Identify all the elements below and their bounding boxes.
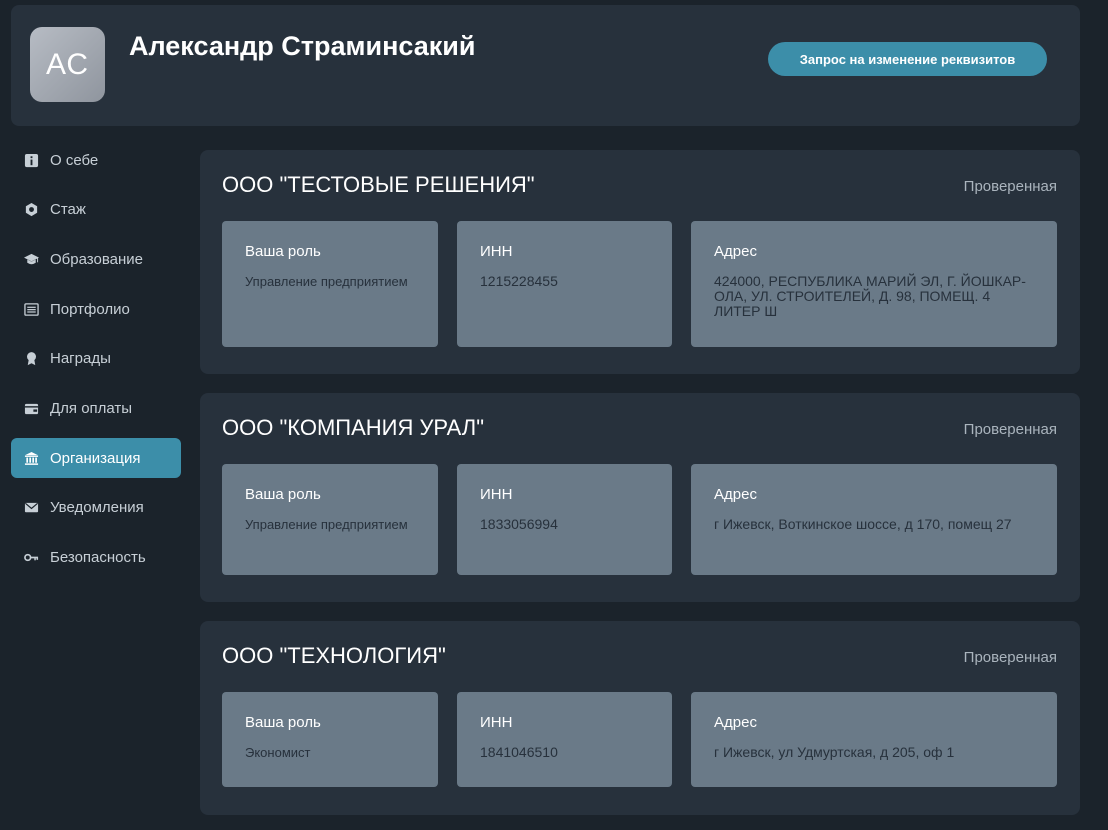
sidebar-item-label: Портфолио bbox=[50, 300, 130, 318]
sidebar-item-payment[interactable]: Для оплаты bbox=[11, 388, 181, 428]
status-badge: Проверенная bbox=[963, 649, 1057, 666]
address-value: г Ижевск, ул Удмуртская, д 205, оф 1 bbox=[714, 744, 955, 760]
inn-box: ИНН 1215228455 bbox=[457, 221, 672, 347]
sidebar: О себе Стаж Образование Портфолио Наград… bbox=[11, 140, 181, 587]
profile-header: АС Александр Страминсакий Запрос на изме… bbox=[11, 5, 1080, 126]
organization-card: ООО "КОМПАНИЯ УРАЛ" Проверенная Ваша рол… bbox=[200, 393, 1080, 602]
sidebar-item-about[interactable]: О себе bbox=[11, 140, 181, 180]
address-label: Адрес bbox=[714, 243, 757, 260]
sidebar-item-label: Организация bbox=[50, 449, 141, 467]
organization-card: ООО "ТЕСТОВЫЕ РЕШЕНИЯ" Проверенная Ваша … bbox=[200, 150, 1080, 374]
list-icon bbox=[23, 301, 39, 317]
sidebar-item-label: Безопасность bbox=[50, 549, 146, 566]
inn-label: ИНН bbox=[480, 486, 513, 503]
sidebar-item-label: Для оплаты bbox=[50, 399, 133, 417]
inn-value: 1841046510 bbox=[480, 744, 558, 760]
sidebar-item-notifications[interactable]: Уведомления bbox=[11, 488, 181, 528]
address-box: Адрес г Ижевск, ул Удмуртская, д 205, оф… bbox=[691, 692, 1057, 787]
address-box: Адрес 424000, РЕСПУБЛИКА МАРИЙ ЭЛ, Г. ЙО… bbox=[691, 221, 1057, 347]
organization-title: ООО "КОМПАНИЯ УРАЛ" bbox=[222, 415, 485, 440]
role-value: Управление предприятием bbox=[245, 274, 408, 289]
envelope-icon bbox=[23, 500, 39, 516]
organization-title: ООО "ТЕХНОЛОГИЯ" bbox=[222, 643, 446, 668]
status-badge: Проверенная bbox=[963, 421, 1057, 438]
role-label: Ваша роль bbox=[245, 243, 321, 260]
organization-card: ООО "ТЕХНОЛОГИЯ" Проверенная Ваша роль Э… bbox=[200, 621, 1080, 815]
graduation-cap-icon bbox=[23, 251, 39, 267]
inn-value: 1833056994 bbox=[480, 516, 558, 532]
request-change-button[interactable]: Запрос на изменение реквизитов bbox=[768, 42, 1047, 76]
role-label: Ваша роль bbox=[245, 486, 321, 503]
sidebar-item-label: Уведомления bbox=[50, 499, 144, 517]
inn-label: ИНН bbox=[480, 714, 513, 731]
info-icon bbox=[23, 152, 39, 168]
address-label: Адрес bbox=[714, 486, 757, 503]
user-name: Александр Страминсакий bbox=[129, 31, 476, 61]
address-box: Адрес г Ижевск, Воткинское шоссе, д 170,… bbox=[691, 464, 1057, 575]
role-box: Ваша роль Экономист bbox=[222, 692, 438, 787]
avatar: АС bbox=[30, 27, 105, 102]
role-value: Управление предприятием bbox=[245, 517, 408, 532]
sidebar-item-label: Образование bbox=[50, 250, 143, 268]
sidebar-item-label: Награды bbox=[50, 350, 111, 368]
key-icon bbox=[23, 550, 39, 566]
address-label: Адрес bbox=[714, 714, 757, 731]
address-value: 424000, РЕСПУБЛИКА МАРИЙ ЭЛ, Г. ЙОШКАР-О… bbox=[714, 273, 1026, 319]
award-icon bbox=[23, 351, 39, 367]
status-badge: Проверенная bbox=[963, 178, 1057, 195]
address-value: г Ижевск, Воткинское шоссе, д 170, помещ… bbox=[714, 516, 1012, 532]
inn-box: ИНН 1833056994 bbox=[457, 464, 672, 575]
sidebar-item-education[interactable]: Образование bbox=[11, 239, 181, 279]
inn-label: ИНН bbox=[480, 243, 513, 260]
sidebar-item-label: О себе bbox=[50, 151, 99, 169]
organization-title: ООО "ТЕСТОВЫЕ РЕШЕНИЯ" bbox=[222, 172, 535, 197]
sidebar-item-awards[interactable]: Награды bbox=[11, 339, 181, 379]
sidebar-item-experience[interactable]: Стаж bbox=[11, 190, 181, 230]
sidebar-item-security[interactable]: Безопасность bbox=[11, 538, 181, 578]
role-box: Ваша роль Управление предприятием bbox=[222, 221, 438, 347]
wallet-icon bbox=[23, 400, 39, 416]
gear-icon bbox=[23, 202, 39, 218]
role-value: Экономист bbox=[245, 745, 311, 760]
bank-icon bbox=[23, 450, 39, 466]
role-label: Ваша роль bbox=[245, 714, 321, 731]
sidebar-item-portfolio[interactable]: Портфолио bbox=[11, 289, 181, 329]
sidebar-item-organization[interactable]: Организация bbox=[11, 438, 181, 479]
sidebar-item-label: Стаж bbox=[50, 201, 86, 219]
inn-box: ИНН 1841046510 bbox=[457, 692, 672, 787]
role-box: Ваша роль Управление предприятием bbox=[222, 464, 438, 575]
inn-value: 1215228455 bbox=[480, 273, 558, 289]
